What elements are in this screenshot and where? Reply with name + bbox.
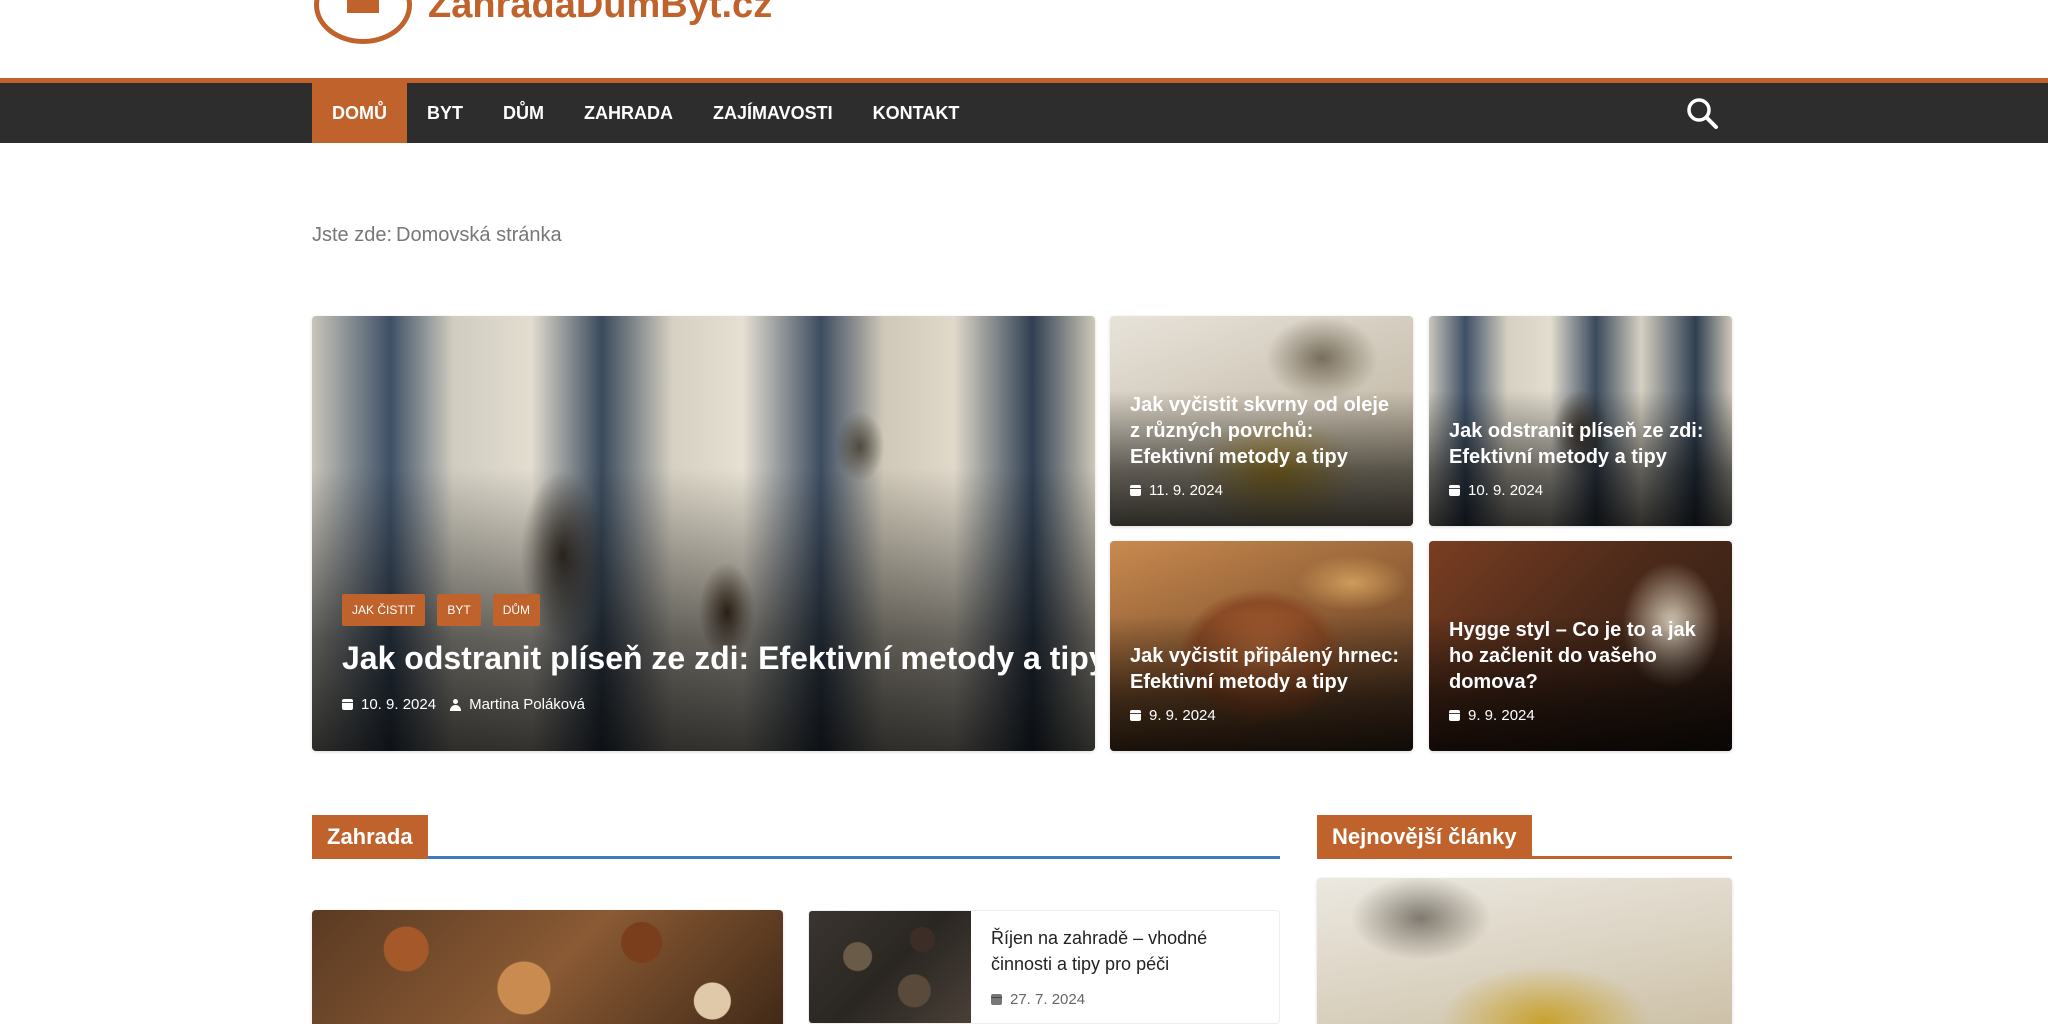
featured-card-meta: 9. 9. 2024 (1449, 707, 1535, 724)
post-date[interactable]: 27. 7. 2024 (1010, 991, 1085, 1008)
calendar-icon (342, 699, 353, 710)
list-item-thumbnail[interactable] (809, 911, 971, 1023)
main-navigation: DOMŮ BYT DŮM ZAHRADA ZAJÍMAVOSTI KONTAKT (0, 83, 2048, 143)
site-header: ZahradaDumByt.cz (0, 0, 2048, 78)
calendar-icon (1449, 710, 1460, 721)
list-item-title[interactable]: Říjen na zahradě – vhodné činnosti a tip… (991, 925, 1261, 977)
post-date[interactable]: 11. 9. 2024 (1149, 482, 1223, 499)
section-heading-nejnovejsi: Nejnovější články (1317, 815, 1732, 859)
calendar-icon (1449, 485, 1460, 496)
tag-jak-cistit[interactable]: JAK ČISTIT (342, 594, 426, 626)
nav-menu: DOMŮ BYT DŮM ZAHRADA ZAJÍMAVOSTI KONTAKT (312, 83, 979, 143)
section-title[interactable]: Zahrada (312, 815, 428, 859)
list-item[interactable]: Říjen na zahradě – vhodné činnosti a tip… (808, 910, 1280, 1024)
breadcrumb-current[interactable]: Domovská stránka (396, 224, 562, 246)
featured-card-title[interactable]: Jak vyčistit skvrny od oleje z různých p… (1130, 392, 1402, 470)
featured-card-3[interactable]: Jak vyčistit připálený hrnec: Efektivní … (1110, 541, 1413, 751)
section-title: Nejnovější články (1317, 815, 1532, 859)
breadcrumb: Jste zde: Domovská stránka (312, 224, 566, 247)
post-author[interactable]: Martina Poláková (469, 696, 585, 713)
featured-card-title[interactable]: Hygge styl – Co je to a jak ho začlenit … (1449, 617, 1721, 695)
post-date[interactable]: 10. 9. 2024 (361, 696, 436, 713)
featured-card-title[interactable]: Jak odstranit plíseň ze zdi: Efektivní m… (1449, 418, 1721, 470)
featured-main-card[interactable]: JAK ČISTIT BYT DŮM Jak odstranit plíseň … (312, 316, 1095, 751)
breadcrumb-prefix: Jste zde: (312, 224, 393, 246)
featured-main-meta: 10. 9. 2024 Martina Poláková (342, 696, 585, 713)
sidebar-latest-card[interactable] (1317, 878, 1732, 1024)
featured-card-1[interactable]: Jak vyčistit skvrny od oleje z různých p… (1110, 316, 1413, 526)
post-date[interactable]: 9. 9. 2024 (1149, 707, 1216, 724)
calendar-icon (991, 994, 1002, 1005)
category-tags: JAK ČISTIT BYT DŮM (342, 594, 552, 626)
calendar-icon (1130, 485, 1141, 496)
featured-card-4[interactable]: Hygge styl – Co je to a jak ho začlenit … (1429, 541, 1732, 751)
post-date[interactable]: 9. 9. 2024 (1468, 707, 1535, 724)
nav-item-zahrada[interactable]: ZAHRADA (564, 83, 693, 143)
tag-dum[interactable]: DŮM (492, 594, 541, 626)
featured-card-meta: 10. 9. 2024 (1449, 482, 1543, 499)
section-heading-zahrada: Zahrada (312, 815, 1280, 859)
zahrada-main-card[interactable] (312, 910, 783, 1024)
featured-card-meta: 11. 9. 2024 (1130, 482, 1223, 499)
house-icon (347, 0, 379, 13)
nav-item-kontakt[interactable]: KONTAKT (853, 83, 980, 143)
list-item-meta: 27. 7. 2024 (991, 991, 1085, 1008)
calendar-icon (1130, 710, 1141, 721)
nav-item-domu[interactable]: DOMŮ (312, 83, 407, 143)
nav-item-zajimavosti[interactable]: ZAJÍMAVOSTI (693, 83, 853, 143)
nav-item-byt[interactable]: BYT (407, 83, 483, 143)
featured-card-meta: 9. 9. 2024 (1130, 707, 1216, 724)
nav-item-dum[interactable]: DŮM (483, 83, 564, 143)
logo[interactable] (314, 0, 412, 44)
featured-card-title[interactable]: Jak vyčistit připálený hrnec: Efektivní … (1130, 643, 1402, 695)
featured-card-2[interactable]: Jak odstranit plíseň ze zdi: Efektivní m… (1429, 316, 1732, 526)
site-title[interactable]: ZahradaDumByt.cz (428, 0, 772, 27)
tag-byt[interactable]: BYT (437, 594, 481, 626)
search-icon[interactable] (1684, 95, 1720, 131)
user-icon (450, 698, 462, 711)
featured-main-title[interactable]: Jak odstranit plíseň ze zdi: Efektivní m… (342, 638, 1095, 678)
post-date[interactable]: 10. 9. 2024 (1468, 482, 1543, 499)
